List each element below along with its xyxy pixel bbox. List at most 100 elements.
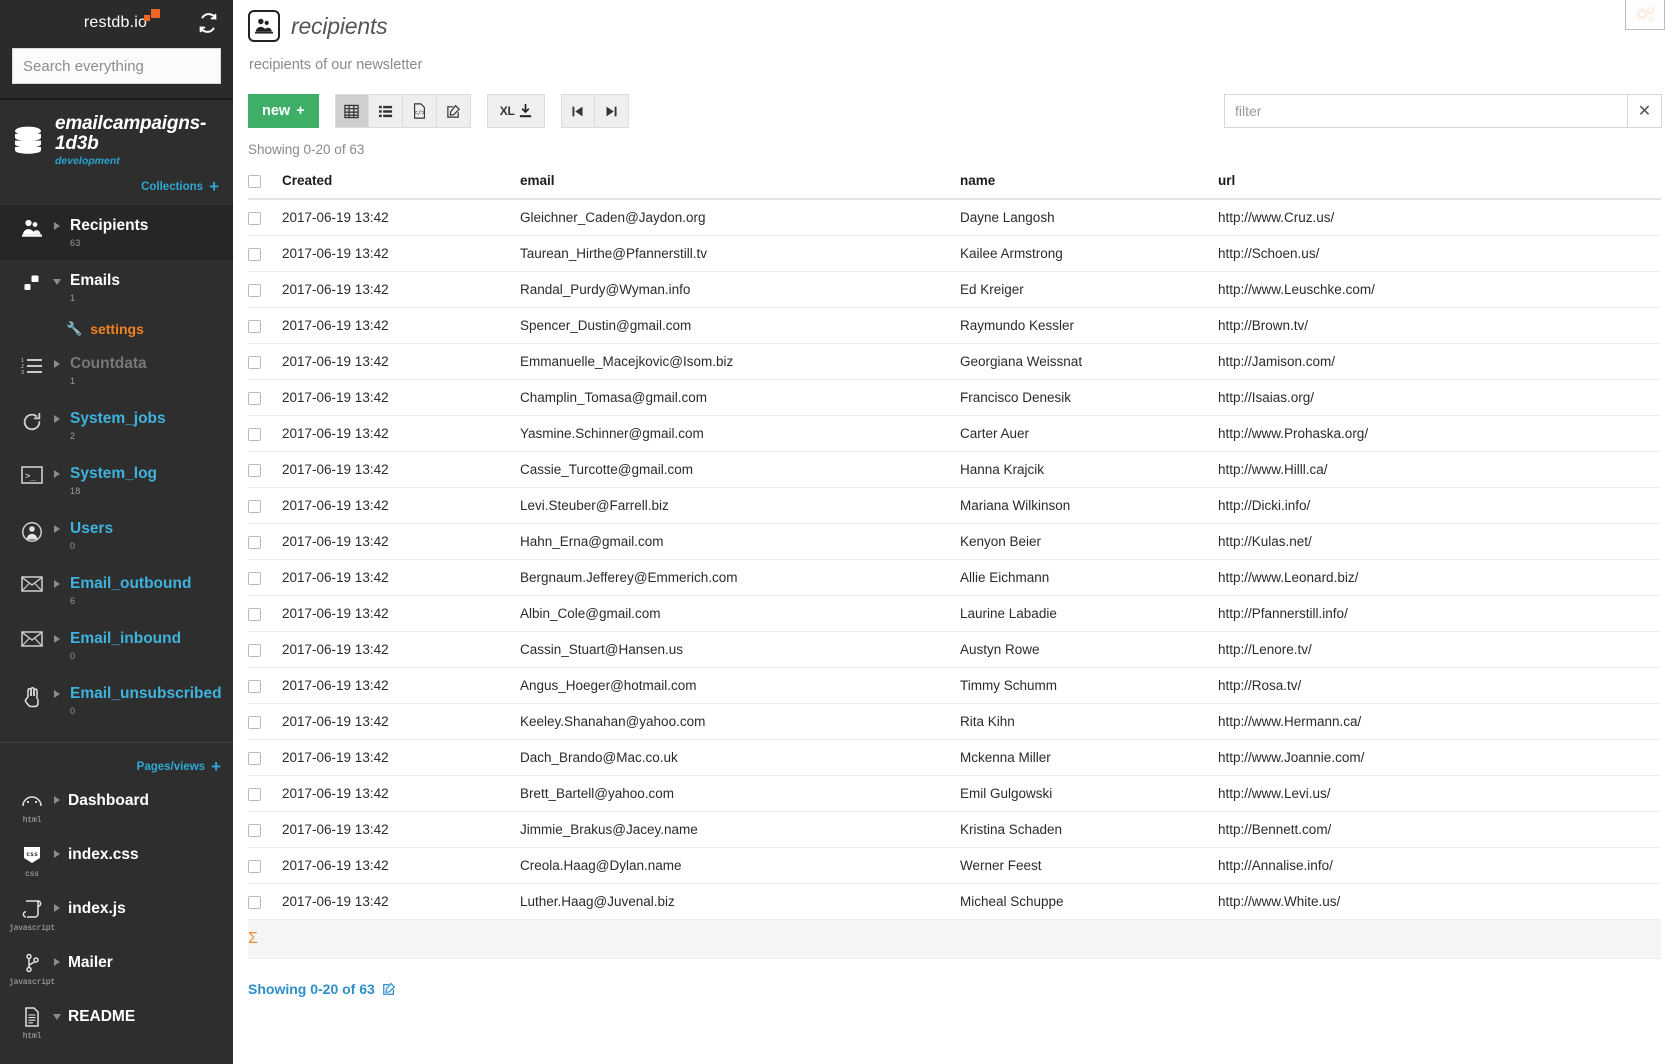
database-row[interactable]: emailcampaigns-1d3b development <box>12 114 221 167</box>
sidebar-item-system-log[interactable]: >_ System_log 18 <box>0 453 233 508</box>
expand-caret-icon[interactable] <box>46 410 68 424</box>
row-checkbox[interactable] <box>248 715 261 729</box>
row-select-cell <box>248 523 282 560</box>
row-checkbox[interactable] <box>248 859 261 873</box>
row-checkbox[interactable] <box>248 283 261 297</box>
sidebar-item-emails[interactable]: Emails 1 <box>0 260 233 315</box>
table-row[interactable]: 2017-06-19 13:42 Randal_Purdy@Wyman.info E… <box>248 271 1661 308</box>
sidebar-item-users[interactable]: Users 0 <box>0 508 233 563</box>
sidebar-page-mailer[interactable]: javascript Mailer <box>0 943 233 997</box>
table-row[interactable]: 2017-06-19 13:42 Dach_Brando@Mac.co.uk Mck… <box>248 739 1661 776</box>
table-row[interactable]: 2017-06-19 13:42 Creola.Haag@Dylan.name We… <box>248 847 1661 884</box>
column-header-created[interactable]: Created <box>282 167 520 200</box>
skip-first-icon[interactable] <box>560 94 595 128</box>
expand-caret-icon[interactable] <box>46 630 68 644</box>
table-row[interactable]: 2017-06-19 13:42 Hahn_Erna@gmail.com Kenyo… <box>248 523 1661 560</box>
table-row[interactable]: 2017-06-19 13:42 Brett_Bartell@yahoo.com E… <box>248 775 1661 812</box>
clear-filter-button[interactable]: ✕ <box>1628 94 1662 128</box>
table-row[interactable]: 2017-06-19 13:42 Gleichner_Caden@Jaydon.o… <box>248 199 1661 236</box>
row-checkbox[interactable] <box>248 391 261 405</box>
search-input[interactable] <box>12 48 221 84</box>
list-view-icon[interactable] <box>368 94 403 128</box>
column-header-name[interactable]: name <box>960 167 1218 200</box>
row-checkbox[interactable] <box>248 463 261 477</box>
expand-caret-icon[interactable] <box>46 953 68 967</box>
table-view-icon[interactable] <box>334 94 369 128</box>
table-row[interactable]: 2017-06-19 13:42 Jimmie_Brakus@Jacey.name… <box>248 811 1661 848</box>
sidebar-page-index-js[interactable]: javascript index.js <box>0 889 233 943</box>
table-row[interactable]: 2017-06-19 13:42 Champlin_Tomasa@gmail.co… <box>248 379 1661 416</box>
table-row[interactable]: 2017-06-19 13:42 Levi.Steuber@Farrell.biz… <box>248 487 1661 524</box>
column-header-url[interactable]: url <box>1218 167 1661 200</box>
expand-caret-icon[interactable] <box>46 520 68 534</box>
table-row[interactable]: 2017-06-19 13:42 Emmanuelle_Macejkovic@Is… <box>248 343 1661 380</box>
table-row[interactable]: 2017-06-19 13:42 Spencer_Dustin@gmail.com… <box>248 307 1661 344</box>
cell-created: 2017-06-19 13:42 <box>282 739 520 776</box>
expand-caret-icon[interactable] <box>46 575 68 589</box>
collapse-caret-icon[interactable] <box>46 1007 68 1021</box>
cell-created: 2017-06-19 13:42 <box>282 847 520 884</box>
row-select-cell <box>248 487 282 524</box>
expand-caret-icon[interactable] <box>46 899 68 913</box>
row-checkbox[interactable] <box>248 319 261 333</box>
row-checkbox[interactable] <box>248 787 261 801</box>
expand-caret-icon[interactable] <box>46 685 68 699</box>
table-row[interactable]: 2017-06-19 13:42 Yasmine.Schinner@gmail.c… <box>248 415 1661 452</box>
expand-caret-icon[interactable] <box>46 217 68 230</box>
row-checkbox[interactable] <box>248 751 261 765</box>
row-checkbox[interactable] <box>248 355 261 369</box>
table-row[interactable]: 2017-06-19 13:42 Luther.Haag@Juvenal.biz M… <box>248 883 1661 920</box>
showing-count-footer[interactable]: Showing 0-20 of 63 <box>233 959 1673 997</box>
row-checkbox[interactable] <box>248 895 261 909</box>
row-checkbox[interactable] <box>248 823 261 837</box>
expand-caret-icon[interactable] <box>46 791 68 805</box>
row-checkbox[interactable] <box>248 643 261 657</box>
add-collection-button[interactable]: + <box>209 177 219 196</box>
sidebar-subitem-settings[interactable]: 🔧 settings <box>0 315 233 343</box>
sidebar-item-email-unsubscribed[interactable]: Email_unsubscribed 0 <box>0 673 233 728</box>
sidebar-item-system-jobs[interactable]: System_jobs 2 <box>0 398 233 453</box>
table-row[interactable]: 2017-06-19 13:42 Cassin_Stuart@Hansen.us A… <box>248 631 1661 668</box>
filter-zone: ✕ <box>1224 94 1662 128</box>
gears-icon[interactable] <box>1625 0 1665 30</box>
sidebar-item-countdata[interactable]: 1 2 3 Countdata 1 <box>0 343 233 398</box>
select-all-checkbox[interactable] <box>248 174 261 188</box>
refresh-icon[interactable] <box>197 12 219 34</box>
new-record-button[interactable]: new + <box>248 94 319 128</box>
edit-view-icon[interactable] <box>436 94 471 128</box>
collapse-caret-icon[interactable] <box>46 272 68 285</box>
row-checkbox[interactable] <box>248 607 261 621</box>
sidebar-item-email-outbound[interactable]: Email_outbound 6 <box>0 563 233 618</box>
sidebar-item-email-inbound[interactable]: Email_inbound 0 <box>0 618 233 673</box>
row-checkbox[interactable] <box>248 499 261 513</box>
expand-caret-icon[interactable] <box>46 465 68 479</box>
table-row[interactable]: 2017-06-19 13:42 Angus_Hoeger@hotmail.com… <box>248 667 1661 704</box>
expand-caret-icon[interactable] <box>46 845 68 859</box>
sidebar-page-dashboard[interactable]: html Dashboard <box>0 781 233 835</box>
row-checkbox[interactable] <box>248 427 261 441</box>
edit-icon[interactable] <box>382 982 396 996</box>
table-row[interactable]: 2017-06-19 13:42 Keeley.Shanahan@yahoo.co… <box>248 703 1661 740</box>
column-header-email[interactable]: email <box>520 167 960 200</box>
row-checkbox[interactable] <box>248 535 261 549</box>
sidebar-item-recipients[interactable]: Recipients 63 <box>0 204 233 260</box>
table-row[interactable]: 2017-06-19 13:42 Bergnaum.Jefferey@Emmeri… <box>248 559 1661 596</box>
summary-sigma-cell[interactable]: Σ <box>248 919 282 959</box>
table-row[interactable]: 2017-06-19 13:42 Albin_Cole@gmail.com Laur… <box>248 595 1661 632</box>
page-icon-wrap: css css <box>18 845 46 879</box>
row-checkbox[interactable] <box>248 679 261 693</box>
skip-last-icon[interactable] <box>594 94 629 128</box>
table-row[interactable]: 2017-06-19 13:42 Taurean_Hirthe@Pfannerst… <box>248 235 1661 272</box>
filter-input[interactable] <box>1224 94 1628 128</box>
row-checkbox[interactable] <box>248 211 261 225</box>
code-view-icon[interactable]: </> <box>402 94 437 128</box>
add-page-button[interactable]: + <box>211 757 221 776</box>
row-checkbox[interactable] <box>248 571 261 585</box>
expand-caret-icon[interactable] <box>46 355 68 368</box>
sidebar-page-readme[interactable]: html README <box>0 997 233 1051</box>
sidebar-item-label: Recipients <box>70 216 149 234</box>
row-checkbox[interactable] <box>248 247 261 261</box>
table-row[interactable]: 2017-06-19 13:42 Cassie_Turcotte@gmail.co… <box>248 451 1661 488</box>
sidebar-page-index-css[interactable]: css css index.css <box>0 835 233 889</box>
export-excel-button[interactable]: XL <box>486 94 545 128</box>
